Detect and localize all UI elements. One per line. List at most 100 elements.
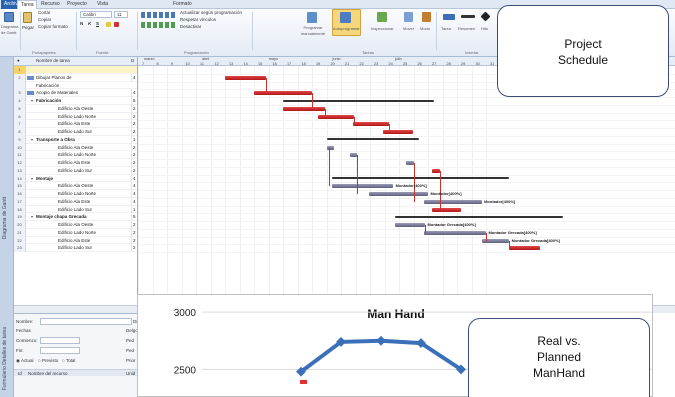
table-row[interactable]: 5 Edificio Ala Oeste 2: [14, 104, 137, 113]
gantt-task-bar[interactable]: [317, 114, 355, 119]
task-duration[interactable]: 1: [131, 205, 137, 214]
row-number[interactable]: 9: [14, 135, 26, 144]
row-number[interactable]: 20: [14, 221, 26, 229]
tab-archivo[interactable]: Archivo: [1, 0, 21, 9]
row-number[interactable]: 18: [14, 205, 26, 214]
task-duration[interactable]: 4: [131, 174, 137, 183]
collapse-icon[interactable]: ▾: [31, 213, 33, 221]
table-row[interactable]: 9 Transporte a Obra ▾ 1: [14, 135, 137, 144]
collapse-icon[interactable]: ▾: [31, 97, 33, 105]
table-row[interactable]: 12 Edificio Ala Este 2: [14, 159, 137, 167]
gantt-summary-bar[interactable]: [283, 99, 434, 102]
inspect-button[interactable]: Inspeccionar: [371, 26, 394, 32]
gantt-summary-bar[interactable]: [394, 215, 563, 218]
row-number[interactable]: [14, 81, 26, 90]
gantt-task-bar[interactable]: [368, 192, 428, 196]
task-name[interactable]: Dibujar Planos de: [36, 74, 72, 82]
tab-formato[interactable]: Formato: [170, 0, 194, 9]
summary-task-name[interactable]: Fabricación: [36, 97, 61, 105]
insert-summary-button[interactable]: Resumen: [458, 26, 475, 32]
summary-task-name[interactable]: Transporte a Obra: [36, 136, 75, 144]
copy-format-button[interactable]: Copiar formato: [38, 24, 68, 30]
gantt-task-bar[interactable]: [406, 161, 414, 165]
row-number[interactable]: 10: [14, 143, 26, 152]
table-row[interactable]: 15 Edificio Ala Oeste 4: [14, 182, 137, 190]
task-name[interactable]: Edificio Ala Este: [58, 159, 90, 167]
task-duration[interactable]: 2: [131, 228, 137, 237]
insert-task-button[interactable]: Tarea: [441, 26, 451, 32]
task-duration[interactable]: 4: [131, 197, 137, 206]
font-name-select[interactable]: Calibri: [80, 11, 112, 18]
move-button[interactable]: Mover: [403, 26, 414, 32]
table-row[interactable]: 19 Montaje chapa Grecada ▾ 5: [14, 213, 137, 221]
gantt-task-bar[interactable]: [394, 223, 426, 227]
row-number[interactable]: 17: [14, 197, 26, 206]
font-color-icon[interactable]: [114, 22, 119, 27]
table-row[interactable]: 13 Edificio Lado Sur 2: [14, 166, 137, 175]
underline-button[interactable]: S: [96, 21, 99, 27]
gantt-task-bar[interactable]: [432, 168, 440, 173]
gantt-summary-bar[interactable]: [326, 138, 420, 141]
collapse-icon[interactable]: ▾: [31, 136, 33, 144]
table-scrollbar[interactable]: [14, 305, 138, 313]
gantt-task-bar[interactable]: [352, 122, 389, 127]
tab-recurso[interactable]: Recurso: [38, 0, 62, 9]
move-icon[interactable]: [404, 12, 413, 22]
row-number[interactable]: 6: [14, 112, 26, 121]
task-name[interactable]: Edificio Lado Sur: [58, 167, 92, 175]
mode-icon[interactable]: [422, 12, 431, 22]
task-name[interactable]: Edificio Ala Este: [58, 198, 90, 206]
gantt-task-bar[interactable]: [254, 91, 312, 96]
task-duration[interactable]: 2: [131, 244, 137, 252]
row-number[interactable]: 8: [14, 128, 26, 136]
gantt-task-bar[interactable]: [383, 130, 414, 134]
manual-schedule-icon[interactable]: [307, 12, 317, 23]
task-name[interactable]: Edificio Lado Norte: [58, 113, 96, 121]
task-duration[interactable]: 2: [131, 143, 137, 152]
table-row[interactable]: 11 Edificio Lado Norte 2: [14, 151, 137, 159]
task-name[interactable]: Edificio Ala Oeste: [58, 144, 93, 152]
task-name[interactable]: Edificio Lado Sur: [58, 244, 92, 252]
gantt-task-bar[interactable]: [349, 153, 357, 158]
gantt-task-bar[interactable]: [423, 199, 482, 204]
table-row[interactable]: 4 Fabricación ▾ 5: [14, 97, 137, 105]
tab-tarea[interactable]: Tarea: [17, 0, 37, 9]
task-duration[interactable]: 2: [131, 151, 137, 159]
task-duration[interactable]: 5: [131, 97, 137, 105]
row-number[interactable]: 3: [14, 89, 26, 97]
task-name[interactable]: Fabricación: [36, 82, 59, 90]
task-form-vertical-label[interactable]: Formulario Detalles de tarea: [2, 327, 8, 390]
table-row[interactable]: 20 Edificio Ala Oeste 2: [14, 221, 137, 229]
row-number[interactable]: 14: [14, 174, 26, 183]
row-number[interactable]: 7: [14, 120, 26, 128]
table-row[interactable]: 23 Edificio Lado Sur 2: [14, 244, 137, 252]
paste-button[interactable]: Pegar: [22, 25, 34, 31]
row-number[interactable]: 19: [14, 213, 26, 221]
task-duration[interactable]: 2: [131, 159, 137, 167]
row-number[interactable]: 11: [14, 151, 26, 159]
task-name[interactable]: Edificio Lado Norte: [58, 229, 96, 237]
insert-task-icon[interactable]: [443, 14, 455, 20]
collapse-icon[interactable]: ▾: [31, 175, 33, 183]
mark-track-button[interactable]: Actualizar según programación: [180, 10, 242, 16]
table-row[interactable]: 1: [14, 66, 137, 74]
table-row[interactable]: 7 Edificio Ala Este 2: [14, 120, 137, 128]
start-date-input[interactable]: [40, 337, 80, 344]
task-duration[interactable]: 2: [131, 128, 137, 136]
summary-task-name[interactable]: Montaje: [36, 175, 53, 183]
task-duration[interactable]: 1: [131, 135, 137, 144]
highlight-icon[interactable]: [106, 22, 111, 27]
gantt-view-vertical-label[interactable]: Diagrama de Gantt: [2, 197, 8, 239]
respect-links-button[interactable]: Respetar vínculos: [180, 17, 216, 23]
task-duration[interactable]: 4: [131, 89, 137, 97]
task-duration[interactable]: 2: [131, 120, 137, 128]
task-name[interactable]: Edificio Ala Oeste: [58, 182, 93, 190]
task-duration[interactable]: 4: [131, 190, 137, 198]
task-name[interactable]: Edificio Ala Oeste: [58, 221, 93, 229]
task-duration[interactable]: 2: [131, 221, 137, 229]
row-number[interactable]: 23: [14, 244, 26, 252]
actual-radio[interactable]: ◉ Actual: [16, 358, 33, 364]
auto-schedule-button[interactable]: Autoprogramar: [333, 26, 360, 32]
task-name[interactable]: Edificio Lado Norte: [58, 190, 96, 198]
manual-schedule-button[interactable]: Programar manualmente: [298, 25, 328, 37]
